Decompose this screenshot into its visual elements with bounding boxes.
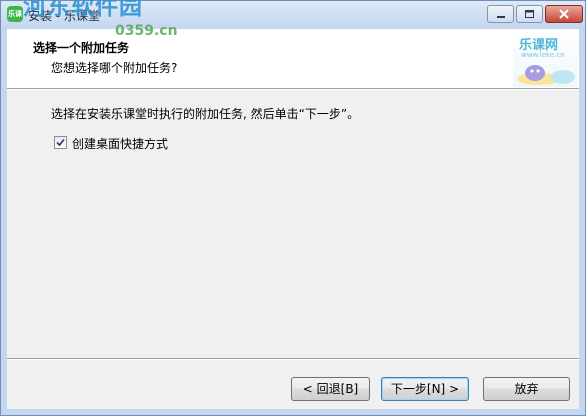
back-button[interactable]: < 回退[B] (291, 377, 370, 401)
wizard-header: 选择一个附加任务 您想选择哪个附加任务? 乐课网 www.leke.cn (7, 29, 579, 88)
maximize-icon (525, 10, 534, 18)
next-button[interactable]: 下一步[N] > (381, 377, 469, 401)
product-logo: 乐课网 www.leke.cn (513, 29, 577, 87)
client-area: 选择一个附加任务 您想选择哪个附加任务? 乐课网 www.leke.cn 选择在… (7, 29, 579, 409)
watermark-logo: 河东软件园 (23, 0, 143, 21)
close-button[interactable] (545, 5, 583, 23)
close-icon (559, 9, 569, 19)
desktop-shortcut-checkbox[interactable] (54, 136, 67, 149)
mascot-icon (517, 65, 575, 85)
page-title: 选择一个附加任务 (33, 41, 130, 55)
watermark-text: 河东软件园 (23, 0, 143, 20)
footer-divider (7, 358, 579, 360)
watermark-url: 0359.cn (115, 23, 178, 39)
page-subtitle: 您想选择哪个附加任务? (51, 61, 178, 75)
desktop-shortcut-label[interactable]: 创建桌面快捷方式 (72, 135, 168, 152)
header-divider (7, 88, 579, 90)
instruction-text: 选择在安装乐课堂时执行的附加任务, 然后单击“下一步”。 (51, 107, 360, 121)
app-icon: 乐课 (7, 6, 23, 22)
maximize-button[interactable] (516, 5, 543, 23)
cancel-button[interactable]: 放弃 (483, 377, 570, 401)
installer-window: 乐课 安装 - 乐课堂 选择一个附加任务 您想选择哪个附加任务? 乐课网 www… (0, 0, 586, 416)
checkmark-icon (56, 138, 65, 147)
minimize-button[interactable] (487, 5, 514, 23)
minimize-icon (497, 16, 505, 18)
